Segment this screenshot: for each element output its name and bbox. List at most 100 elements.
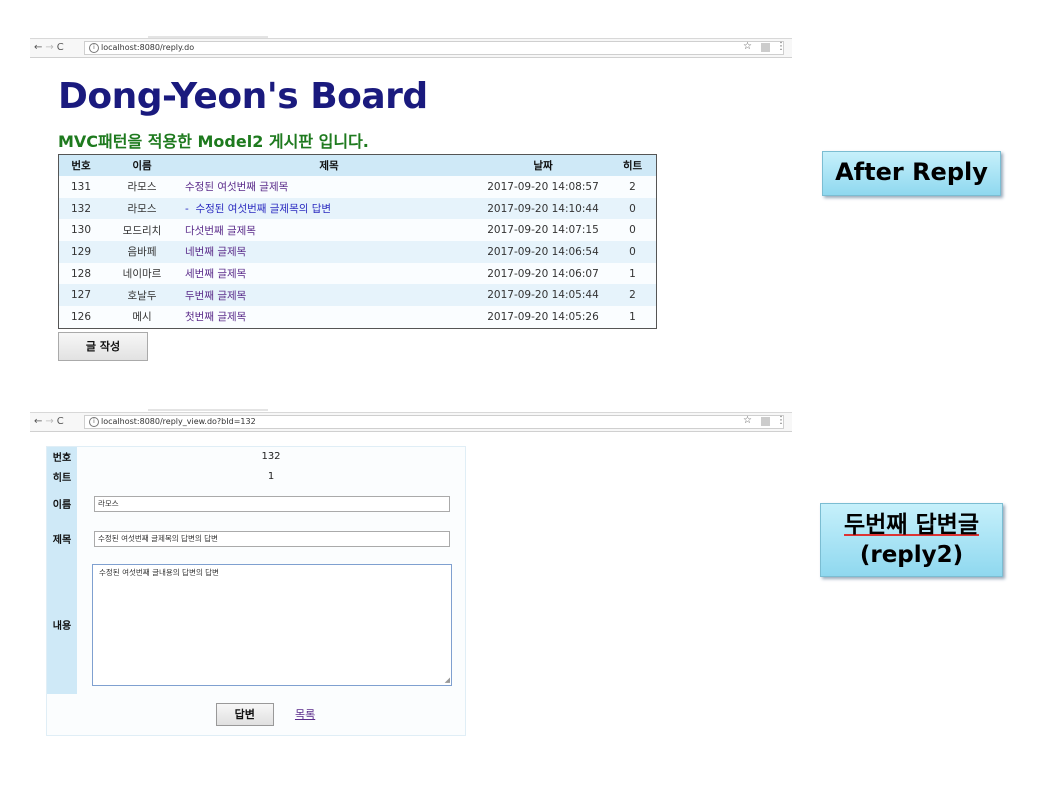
form-row-content: 내용 수정된 여섯번째 글내용의 답변의 답변 ◢ [46, 555, 466, 694]
write-post-button[interactable]: 글 작성 [58, 332, 148, 361]
value-hit: 1 [77, 466, 466, 486]
row-name: 모드리치 [103, 219, 181, 242]
more-menu-icon[interactable]: ⋮ [776, 41, 786, 52]
label-name: 이름 [46, 485, 77, 522]
name-input[interactable]: 라모스 [94, 495, 450, 512]
row-subject-link[interactable]: 첫번째 글제목 [181, 306, 477, 329]
table-row: 131 라모스 수정된 여섯번째 글제목 2017-09-20 14:08:57… [58, 176, 657, 198]
row-name: 라모스 [103, 176, 181, 198]
value-no: 132 [77, 446, 466, 467]
extension-icon[interactable] [761, 417, 770, 426]
after-reply-callout: After Reply [822, 151, 1001, 196]
resize-grip-icon[interactable]: ◢ [445, 676, 450, 684]
reply-button[interactable]: 답변 [215, 702, 274, 726]
back-icon[interactable]: ← [34, 42, 45, 53]
browser-toolbar: ←→C i localhost:8080/reply_view.do?bId=1… [30, 412, 792, 432]
row-name: 호날두 [103, 284, 181, 307]
bookmark-star-icon[interactable]: ☆ [743, 415, 752, 426]
row-no: 129 [58, 241, 103, 263]
row-no: 132 [58, 197, 103, 220]
col-name-header: 이름 [103, 154, 181, 176]
browser-tab-strip [148, 409, 268, 411]
address-text: localhost:8080/reply_view.do?bId=132 [101, 417, 256, 426]
row-date: 2017-09-20 14:05:26 [477, 306, 609, 329]
row-hit: 0 [609, 197, 657, 220]
callout-line2: (reply2) [859, 542, 964, 568]
reload-icon[interactable]: C [57, 416, 67, 427]
table-row: 130 모드리치 다섯번째 글제목 2017-09-20 14:07:15 0 [58, 219, 657, 242]
row-no: 128 [58, 262, 103, 285]
form-row-no: 번호 132 [46, 446, 466, 467]
back-icon[interactable]: ← [34, 416, 45, 427]
label-content: 내용 [46, 555, 77, 694]
board-list-table: 번호 이름 제목 날짜 히트 131 라모스 수정된 여섯번째 글제목 2017… [58, 154, 657, 329]
row-name: 음바페 [103, 241, 181, 263]
table-header-row: 번호 이름 제목 날짜 히트 [58, 154, 657, 176]
row-subject-link[interactable]: 세번째 글제목 [181, 262, 477, 285]
board-subtitle: MVC패턴을 적용한 Model2 게시판 입니다. [58, 132, 369, 151]
address-text: localhost:8080/reply.do [101, 43, 195, 52]
subject-input[interactable]: 수정된 여섯번째 글제목의 답변의 답변 [94, 530, 450, 547]
extension-icon[interactable] [761, 43, 770, 52]
col-hit-header: 히트 [609, 154, 657, 176]
col-date-header: 날짜 [477, 154, 609, 176]
row-hit: 1 [609, 306, 657, 329]
row-date: 2017-09-20 14:05:44 [477, 284, 609, 307]
form-row-actions: 답변 목록 [46, 693, 466, 736]
address-bar[interactable]: i localhost:8080/reply_view.do?bId=132 [84, 415, 784, 429]
row-no: 131 [58, 176, 103, 198]
browser-toolbar: ←→C i localhost:8080/reply.do ☆ ⋮ [30, 38, 792, 58]
table-row: 129 음바페 네번째 글제목 2017-09-20 14:06:54 0 [58, 241, 657, 263]
content-textarea[interactable]: 수정된 여섯번째 글내용의 답변의 답변 ◢ [92, 563, 452, 686]
board-title: Dong-Yeon's Board [58, 76, 428, 117]
row-name: 라모스 [103, 197, 181, 220]
info-icon[interactable]: i [89, 43, 99, 53]
info-icon[interactable]: i [89, 417, 99, 427]
row-subject-link[interactable]: 네번째 글제목 [181, 241, 477, 263]
table-row: 127 호날두 두번째 글제목 2017-09-20 14:05:44 2 [58, 284, 657, 307]
row-hit: 2 [609, 176, 657, 198]
content-text: 수정된 여섯번째 글내용의 답변의 답변 [99, 567, 219, 577]
forward-icon[interactable]: → [45, 416, 56, 427]
row-hit: 2 [609, 284, 657, 307]
table-row: 126 메시 첫번째 글제목 2017-09-20 14:05:26 1 [58, 306, 657, 329]
bookmark-star-icon[interactable]: ☆ [743, 41, 752, 52]
browser-nav: ←→C [34, 416, 67, 427]
form-row-hit: 히트 1 [46, 466, 466, 486]
row-no: 127 [58, 284, 103, 307]
second-reply-callout: 두번째 답변글 (reply2) [820, 503, 1003, 577]
reply-view-form: 번호 132 히트 1 이름 라모스 제목 수정된 여섯번째 글제목의 답변의 … [46, 446, 466, 736]
col-no-header: 번호 [58, 154, 103, 176]
table-row: 128 네이마르 세번째 글제목 2017-09-20 14:06:07 1 [58, 262, 657, 285]
reload-icon[interactable]: C [57, 42, 67, 53]
row-no: 130 [58, 219, 103, 242]
row-date: 2017-09-20 14:10:44 [477, 197, 609, 220]
row-date: 2017-09-20 14:07:15 [477, 219, 609, 242]
row-subject-link[interactable]: - 수정된 여섯번째 글제목의 답변 [181, 197, 477, 220]
row-subject-link[interactable]: 수정된 여섯번째 글제목 [181, 176, 477, 198]
row-date: 2017-09-20 14:06:54 [477, 241, 609, 263]
row-name: 네이마르 [103, 262, 181, 285]
label-hit: 히트 [46, 466, 77, 486]
row-hit: 0 [609, 219, 657, 242]
label-subject: 제목 [46, 521, 77, 556]
row-hit: 1 [609, 262, 657, 285]
col-subject-header: 제목 [181, 154, 477, 176]
form-row-name: 이름 라모스 [46, 485, 466, 522]
row-date: 2017-09-20 14:08:57 [477, 176, 609, 198]
row-subject-link[interactable]: 두번째 글제목 [181, 284, 477, 307]
row-date: 2017-09-20 14:06:07 [477, 262, 609, 285]
callout-line1: 두번째 답변글 [844, 512, 979, 538]
row-no: 126 [58, 306, 103, 329]
more-menu-icon[interactable]: ⋮ [776, 415, 786, 426]
address-bar[interactable]: i localhost:8080/reply.do [84, 41, 784, 55]
form-row-subject: 제목 수정된 여섯번째 글제목의 답변의 답변 [46, 521, 466, 556]
forward-icon[interactable]: → [45, 42, 56, 53]
row-subject-link[interactable]: 다섯번째 글제목 [181, 219, 477, 242]
table-row: 132 라모스 - 수정된 여섯번째 글제목의 답변 2017-09-20 14… [58, 197, 657, 220]
browser-nav: ←→C [34, 42, 67, 53]
label-no: 번호 [46, 446, 77, 467]
row-name: 메시 [103, 306, 181, 329]
row-hit: 0 [609, 241, 657, 263]
list-link[interactable]: 목록 [295, 706, 315, 722]
